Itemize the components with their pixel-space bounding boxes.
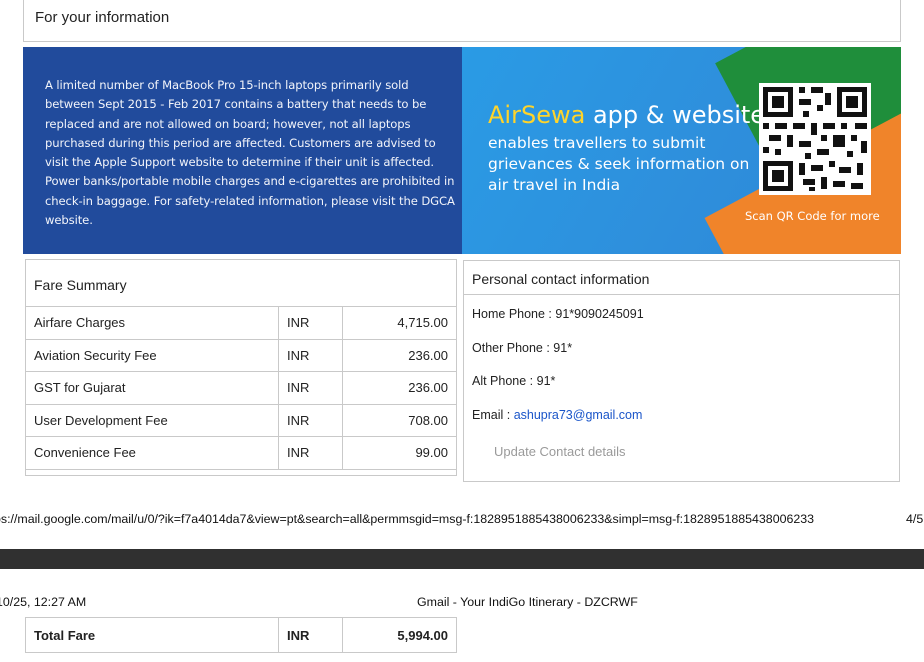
battery-advisory-text: A limited number of MacBook Pro 15-inch …	[45, 78, 455, 228]
fare-currency: INR	[278, 338, 343, 372]
total-fare-table: Total Fare INR 5,994.00	[25, 617, 457, 653]
other-phone: Other Phone : 91*	[472, 341, 573, 355]
table-row: Total Fare INR 5,994.00	[25, 617, 457, 653]
fare-amount: 236.00	[342, 371, 457, 405]
fare-summary-table: Airfare Charges INR 4,715.00 Aviation Se…	[25, 306, 457, 470]
airsewa-description: enables travellers to submit grievances …	[488, 134, 750, 194]
contact-info-title: Personal contact information	[472, 271, 650, 287]
home-phone: Home Phone : 91*9090245091	[472, 307, 644, 321]
fare-amount: 99.00	[342, 436, 457, 470]
info-section-header: For your information	[23, 0, 901, 42]
table-row: Convenience Fee INR 99.00	[25, 436, 457, 470]
update-contact-button[interactable]: Update Contact details	[494, 444, 626, 459]
fare-label: Convenience Fee	[25, 436, 279, 470]
email-line: Email : ashupra73@gmail.com	[472, 408, 642, 422]
fare-label: Aviation Security Fee	[25, 338, 279, 372]
fare-currency: INR	[278, 306, 343, 340]
fare-amount: 236.00	[342, 338, 457, 372]
contact-info-header: Personal contact information	[464, 261, 899, 295]
email-label: Email :	[472, 408, 514, 422]
airsewa-brand-rest: app & website	[592, 101, 766, 129]
page-number: 4/5	[906, 512, 924, 526]
fare-label: User Development Fee	[25, 403, 279, 437]
airsewa-banner[interactable]: AirSewa app & website enables travellers…	[462, 47, 901, 254]
print-page-title: Gmail - Your IndiGo Itinerary - DZCRWF	[417, 595, 638, 609]
table-row: Airfare Charges INR 4,715.00	[25, 306, 457, 340]
print-date-time: 10/25, 12:27 AM	[0, 595, 87, 609]
fare-currency: INR	[278, 403, 343, 437]
fare-amount: 708.00	[342, 403, 457, 437]
info-section-title: For your information	[35, 9, 170, 26]
fare-label: Airfare Charges	[25, 306, 279, 340]
airsewa-title: AirSewa app & website	[488, 101, 765, 129]
fare-label: GST for Gujarat	[25, 371, 279, 405]
fare-summary-title: Fare Summary	[34, 277, 127, 293]
fare-currency: INR	[278, 371, 343, 405]
qr-code-icon	[759, 83, 871, 195]
fare-summary-panel: Fare Summary Airfare Charges INR 4,715.0…	[25, 259, 457, 476]
fare-currency: INR	[278, 436, 343, 470]
page-break-bar	[0, 549, 924, 569]
total-fare-label: Total Fare	[25, 617, 279, 653]
print-url: ps://mail.google.com/mail/u/0/?ik=f7a401…	[0, 512, 815, 526]
email-link[interactable]: ashupra73@gmail.com	[514, 408, 643, 422]
contact-info-panel: Personal contact information Home Phone …	[463, 260, 900, 482]
total-fare-currency: INR	[278, 617, 343, 653]
total-fare-amount: 5,994.00	[342, 617, 457, 653]
airsewa-brand: AirSewa	[488, 101, 586, 129]
table-row: Aviation Security Fee INR 236.00	[25, 338, 457, 372]
table-row: GST for Gujarat INR 236.00	[25, 371, 457, 405]
battery-advisory-banner: A limited number of MacBook Pro 15-inch …	[23, 47, 462, 254]
alt-phone: Alt Phone : 91*	[472, 374, 556, 388]
table-row: User Development Fee INR 708.00	[25, 403, 457, 437]
scan-qr-text: Scan QR Code for more	[745, 209, 880, 223]
fare-amount: 4,715.00	[342, 306, 457, 340]
